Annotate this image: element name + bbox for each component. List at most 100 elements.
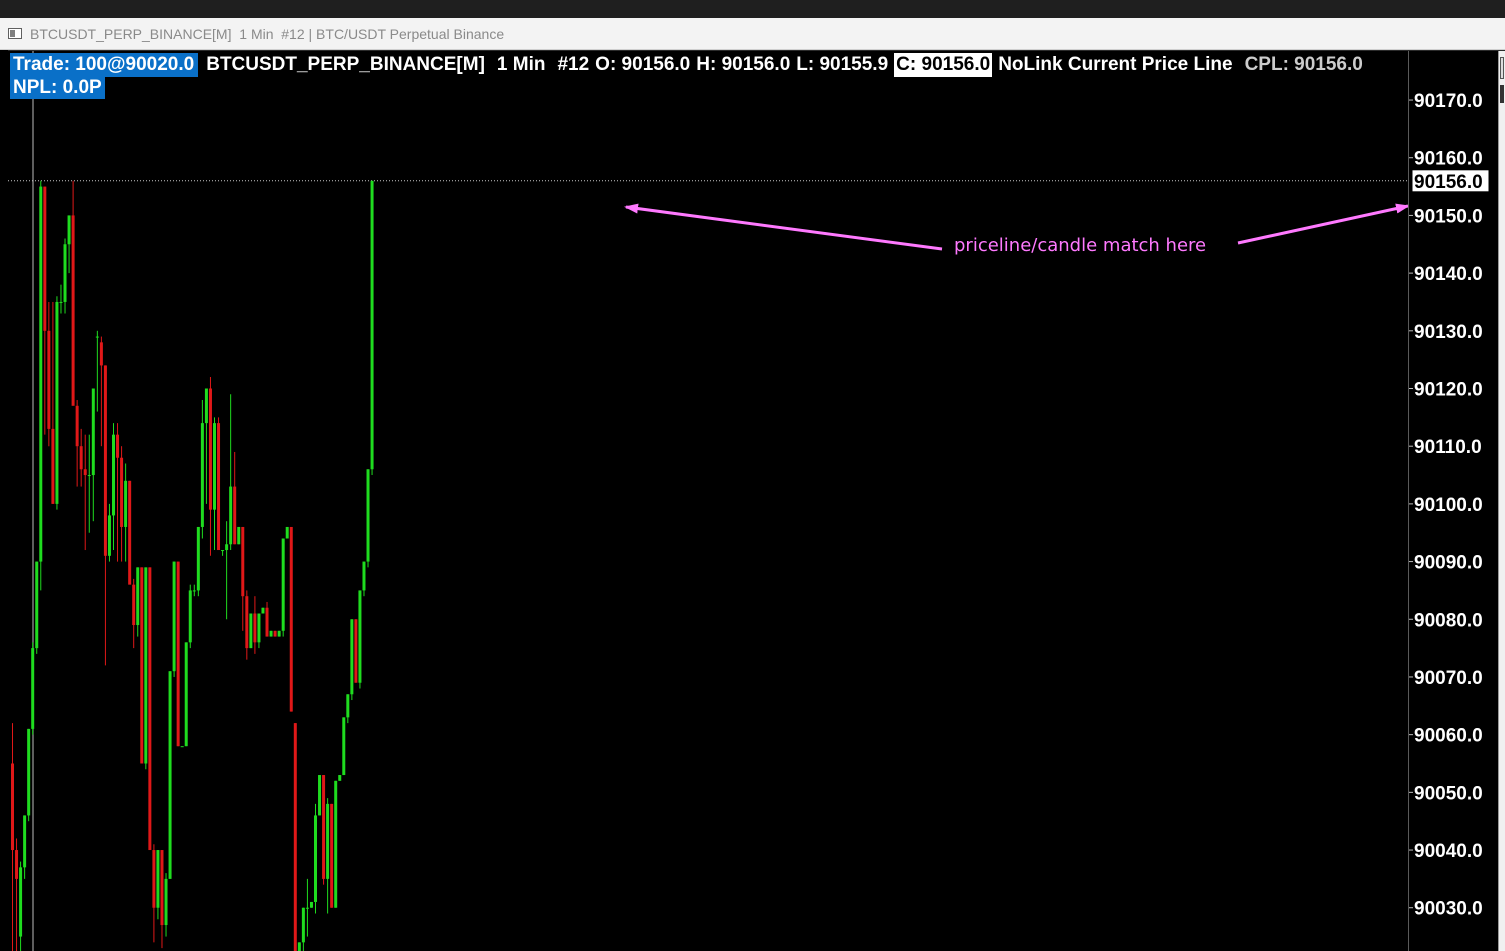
- right-frame: [1498, 51, 1505, 951]
- candle-body: [301, 907, 305, 943]
- candle-body: [213, 423, 216, 510]
- candle-body: [95, 336, 99, 338]
- candle-body: [237, 526, 241, 545]
- candle: [107, 503, 111, 562]
- interval-label: 1 Min: [496, 54, 546, 75]
- candle: [362, 561, 366, 597]
- candle: [237, 526, 241, 545]
- candle: [75, 400, 79, 487]
- candle: [79, 428, 83, 487]
- candle: [305, 878, 309, 937]
- candle: [59, 284, 63, 314]
- candle-body: [200, 423, 204, 527]
- candle-body: [43, 186, 47, 331]
- left-frame: [0, 50, 8, 951]
- os-top-strip: [0, 0, 1505, 18]
- candle-body: [253, 613, 257, 643]
- candle: [128, 480, 132, 585]
- close-label: C: 90156.0: [894, 53, 993, 77]
- candle-body: [47, 330, 51, 429]
- axis-tick-label: 90030.0: [1414, 899, 1483, 920]
- candle: [245, 590, 249, 660]
- candle-body: [51, 428, 55, 504]
- candle-body: [144, 567, 148, 764]
- candle-body: [249, 613, 253, 649]
- candle-body: [322, 775, 326, 879]
- candle-body: [91, 388, 95, 476]
- candle-body: [79, 446, 83, 470]
- candle: [281, 538, 285, 637]
- candle-body: [261, 607, 265, 614]
- axis-tick-label: 90080.0: [1414, 610, 1483, 631]
- candle: [71, 180, 75, 406]
- candle-body: [350, 619, 354, 695]
- indicator-label: NoLink Current Price Line: [998, 54, 1233, 75]
- axis-tick-label: 90040.0: [1414, 841, 1483, 862]
- candle: [273, 630, 277, 637]
- candle: [229, 394, 233, 551]
- candle: [164, 873, 168, 937]
- candle: [297, 942, 301, 951]
- candle-body: [217, 423, 221, 551]
- candle: [95, 330, 99, 412]
- candle: [120, 446, 124, 562]
- window-titlebar[interactable]: BTCUSDT_PERP_BINANCE[M] 1 Min #12 | BTC/…: [0, 18, 1505, 50]
- open-label: O: 90156.0: [595, 54, 691, 75]
- candle-body: [176, 561, 180, 747]
- candle-body: [164, 878, 168, 926]
- candle: [11, 723, 14, 951]
- bar-count-label: #12: [557, 54, 590, 75]
- candle-body: [156, 850, 160, 908]
- price-axis[interactable]: 90170.0 90160.0 90150.0 90140.0 90130.0 90120…: [1408, 51, 1498, 951]
- candle-body: [362, 561, 366, 591]
- candle: [233, 451, 237, 545]
- candle-body: [241, 526, 245, 597]
- axis-tick-label: 90160.0: [1414, 149, 1483, 170]
- candle: [253, 596, 257, 654]
- candle-body: [245, 596, 249, 649]
- candle: [55, 296, 59, 510]
- candle: [265, 601, 269, 637]
- candle-body: [168, 671, 172, 879]
- candle-body: [152, 850, 156, 908]
- candle: [301, 907, 305, 951]
- scroll-marker[interactable]: [1500, 57, 1504, 79]
- candle: [192, 584, 196, 597]
- candle: [277, 630, 281, 637]
- candle: [318, 775, 322, 816]
- candle-body: [103, 365, 107, 556]
- candle: [103, 365, 107, 666]
- candle-body: [148, 567, 152, 851]
- candle-body: [99, 342, 103, 366]
- candlestick-chart[interactable]: [8, 51, 1408, 951]
- candle-body: [19, 867, 23, 937]
- chart-panel[interactable]: Trade: 100@90020.0 BTCUSDT_PERP_BINANCE[M…: [8, 51, 1408, 951]
- candle-body: [225, 544, 229, 551]
- candle: [309, 901, 313, 908]
- candle: [116, 423, 120, 562]
- axis-tick-label: 90070.0: [1414, 668, 1483, 689]
- high-label: H: 90156.0: [696, 54, 791, 75]
- candle: [180, 746, 184, 748]
- candle-body: [273, 630, 277, 637]
- candle-body: [204, 388, 208, 424]
- symbol-label: BTCUSDT_PERP_BINANCE[M]: [206, 54, 485, 75]
- candle-body: [229, 486, 233, 545]
- candle: [213, 417, 216, 551]
- candle: [293, 723, 297, 951]
- candles-group: [11, 180, 374, 951]
- scroll-marker-dark[interactable]: [1500, 85, 1504, 103]
- candle: [217, 417, 221, 551]
- candle: [172, 561, 176, 677]
- candle-body: [31, 648, 35, 729]
- candle-body: [39, 186, 43, 562]
- window-icon[interactable]: [8, 28, 22, 39]
- candle-body: [297, 942, 301, 951]
- candle-body: [346, 694, 350, 718]
- annotation-arrow-left: [624, 203, 943, 251]
- candle: [51, 301, 55, 504]
- candle-body: [370, 180, 374, 470]
- candle: [47, 301, 51, 447]
- candle: [91, 388, 95, 522]
- candle: [208, 376, 212, 556]
